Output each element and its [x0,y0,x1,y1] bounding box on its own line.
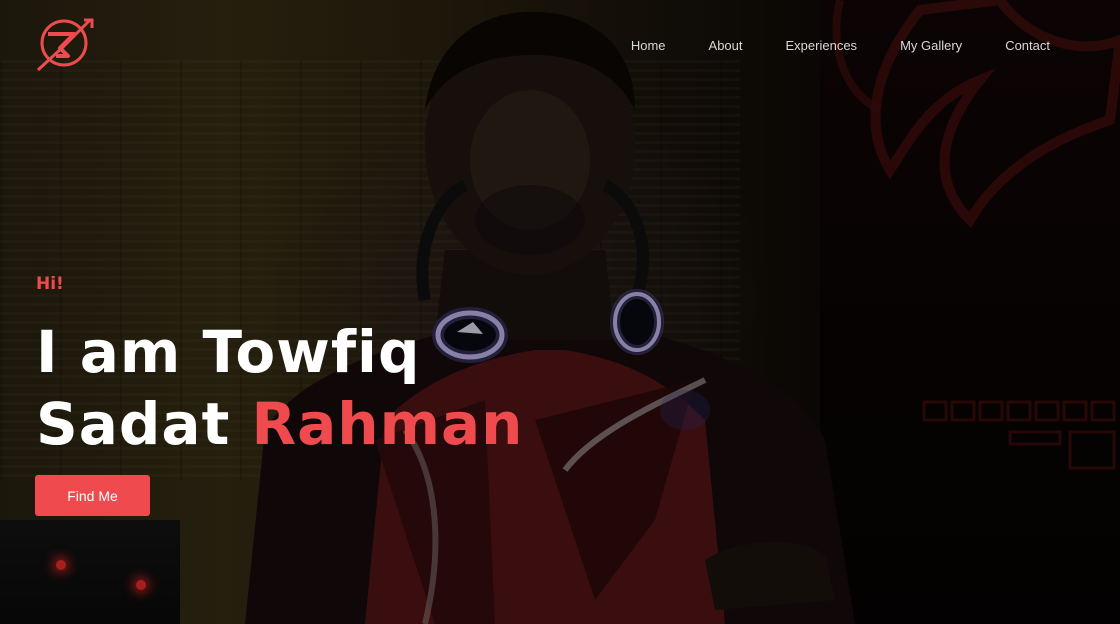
find-me-button[interactable]: Find Me [35,475,150,516]
hero-headline: I am Towfiq Sadat Rahman [36,316,523,460]
hero-section: Home About Experiences My Gallery Contac… [0,0,1120,624]
headline-line2-first: Sadat [36,390,231,458]
headline-line2-accent: Rahman [251,390,524,458]
nav-gallery-link[interactable]: My Gallery [900,38,962,53]
headline-line1: I am Towfiq [36,318,421,386]
nav-experiences-link[interactable]: Experiences [786,38,858,53]
nav-about-link[interactable]: About [709,38,743,53]
nav-contact-link[interactable]: Contact [1005,38,1050,53]
main-nav: Home About Experiences My Gallery Contac… [588,38,1050,53]
background-overlay [0,0,1120,624]
hero-greeting: Hi! [36,274,64,294]
brand-logo-icon[interactable] [34,16,94,72]
nav-home-link[interactable]: Home [631,38,666,53]
